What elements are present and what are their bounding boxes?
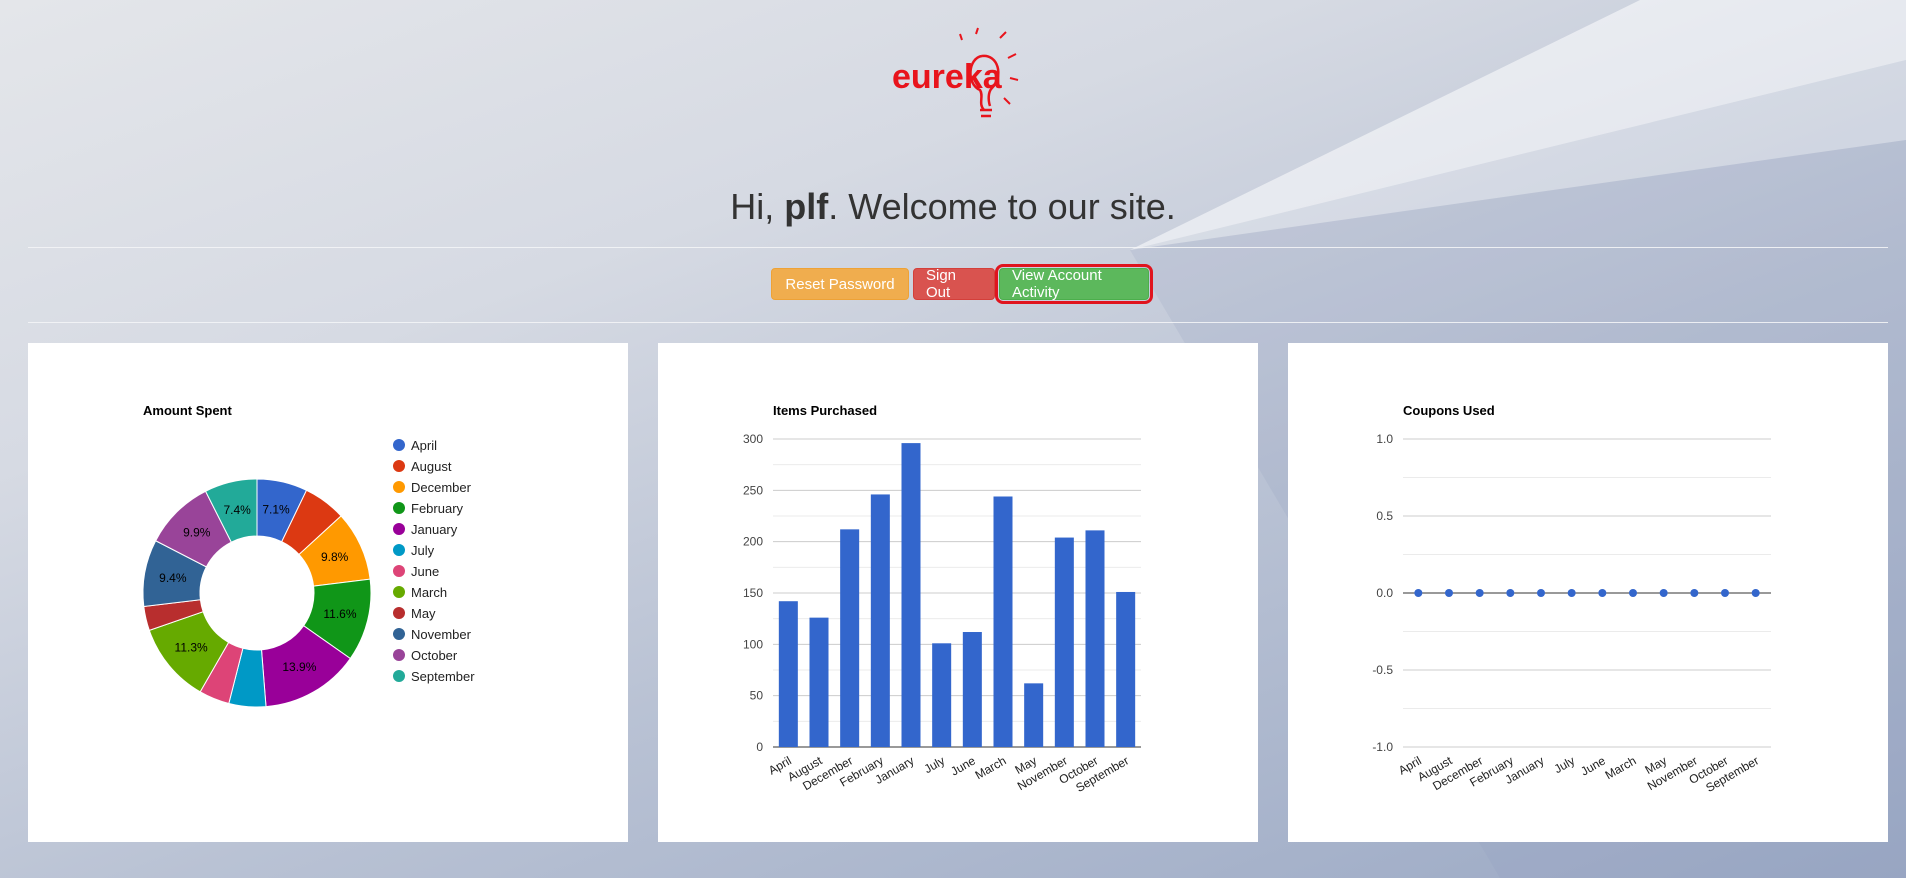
legend-label-november: November — [411, 627, 472, 642]
legend-label-september: September — [411, 669, 475, 684]
bar-title: Items Purchased — [773, 403, 877, 418]
y-tick-label: 50 — [750, 689, 764, 703]
sign-out-button[interactable]: Sign Out — [913, 267, 995, 301]
point-june[interactable] — [1598, 589, 1607, 597]
legend-marker — [393, 523, 405, 535]
amount-spent-chart: Amount Spent 7.1% 9.8% 11.6% 13.9% 11.3% 9.4%… — [142, 403, 475, 708]
legend-marker — [393, 439, 405, 451]
bar-february[interactable] — [870, 494, 890, 747]
coupons-used-chart: Coupons Used 1.00.50.0-0.5-1.0 AprilAugu… — [1372, 403, 1771, 795]
legend-label-february: February — [411, 501, 464, 516]
x-tick-label: June — [948, 753, 978, 778]
pie-slice-label: 13.9% — [282, 660, 316, 674]
y-tick-label: 0 — [756, 740, 763, 754]
legend-label-april: April — [411, 438, 437, 453]
y-tick-label: -1.0 — [1372, 740, 1393, 754]
lightbulb-logo-icon: eureka — [892, 27, 1019, 118]
pie-slice-label: 11.3% — [175, 641, 208, 655]
legend-label-january: January — [411, 522, 458, 537]
line-title: Coupons Used — [1403, 403, 1495, 418]
legend-marker — [393, 544, 405, 556]
pie-slice-label: 9.4% — [159, 571, 187, 585]
y-tick-label: 300 — [743, 432, 763, 446]
point-october[interactable] — [1721, 589, 1729, 597]
legend-label-december: December — [411, 480, 472, 495]
pie-slice-label: 11.6% — [323, 607, 356, 621]
bar-june[interactable] — [962, 632, 982, 747]
bar-april[interactable] — [778, 601, 798, 747]
y-tick-label: 0.5 — [1376, 509, 1393, 523]
point-september[interactable] — [1751, 589, 1760, 597]
point-november[interactable] — [1690, 589, 1699, 597]
legend-marker — [393, 460, 405, 472]
legend-marker — [393, 481, 405, 493]
point-may[interactable] — [1659, 589, 1668, 597]
x-tick-label: March — [1603, 753, 1639, 782]
y-tick-label: 250 — [743, 483, 763, 497]
divider-bottom — [28, 322, 1888, 323]
legend-marker — [393, 628, 405, 640]
items-purchased-chart: Items Purchased 050100150200250300 April… — [743, 403, 1141, 795]
pie-slice-label: 9.8% — [321, 550, 349, 564]
point-july[interactable] — [1567, 589, 1576, 597]
amount-spent-panel: Amount Spent 7.1% 9.8% 11.6% 13.9% 11.3% 9.4%… — [28, 343, 628, 842]
point-april[interactable] — [1414, 589, 1423, 597]
x-tick-label: June — [1578, 753, 1608, 778]
pie-slice-label: 7.4% — [223, 503, 251, 517]
point-december[interactable] — [1475, 589, 1484, 597]
x-tick-label: March — [973, 753, 1009, 782]
bar-november[interactable] — [1054, 537, 1074, 747]
bar-august[interactable] — [809, 617, 829, 747]
username: plf — [784, 186, 829, 227]
legend-marker — [393, 502, 405, 514]
view-account-activity-button[interactable]: View Account Activity — [995, 264, 1153, 304]
legend-label-august: August — [411, 459, 452, 474]
legend-marker — [393, 565, 405, 577]
bar-december[interactable] — [840, 529, 860, 747]
welcome-heading: Hi, plf. Welcome to our site. — [0, 182, 1906, 232]
bar-march[interactable] — [993, 496, 1013, 747]
items-purchased-panel: Items Purchased 0 50 100 150 200 250 300 April… — [658, 343, 1258, 842]
legend-marker — [393, 670, 405, 682]
bar-october[interactable] — [1085, 530, 1105, 747]
logo-text: eureka — [892, 58, 1003, 96]
point-february[interactable] — [1506, 589, 1515, 597]
legend-marker — [393, 649, 405, 661]
y-tick-label: 1.0 — [1376, 432, 1393, 446]
y-tick-label: 100 — [743, 637, 763, 651]
greeting-suffix: . Welcome to our site. — [828, 186, 1176, 227]
bar-january[interactable] — [901, 443, 921, 747]
point-august[interactable] — [1445, 589, 1453, 597]
legend-label-june: June — [411, 564, 439, 579]
y-tick-label: 200 — [743, 535, 763, 549]
coupons-used-panel: Coupons Used 1.0 0.5 0.0 -0.5 -1.0 April Augu… — [1288, 343, 1888, 842]
legend-label-july: July — [411, 543, 435, 558]
legend-marker — [393, 607, 405, 619]
bar-july[interactable] — [932, 643, 952, 747]
bar-may[interactable] — [1024, 683, 1044, 747]
pie-title: Amount Spent — [143, 403, 232, 418]
legend-label-october: October — [411, 648, 458, 663]
legend-marker — [393, 586, 405, 598]
greeting-prefix: Hi, — [730, 186, 785, 227]
legend-label-may: May — [411, 606, 436, 621]
legend-label-march: March — [411, 585, 447, 600]
reset-password-button[interactable]: Reset Password — [771, 268, 909, 300]
pie-slice-label: 9.9% — [183, 525, 211, 539]
y-tick-label: 0.0 — [1376, 586, 1393, 600]
pie-slice-label: 7.1% — [262, 503, 290, 517]
divider-top — [28, 247, 1888, 248]
point-march[interactable] — [1629, 589, 1637, 597]
eureka-logo: eureka — [880, 26, 1040, 136]
point-january[interactable] — [1537, 589, 1545, 597]
y-tick-label: -0.5 — [1372, 663, 1393, 677]
account-actions: Reset Password Sign Out View Account Act… — [771, 264, 1153, 304]
x-tick-label: July — [1552, 753, 1577, 776]
y-tick-label: 150 — [743, 586, 763, 600]
x-tick-label: July — [922, 753, 947, 776]
bar-september[interactable] — [1116, 591, 1136, 747]
